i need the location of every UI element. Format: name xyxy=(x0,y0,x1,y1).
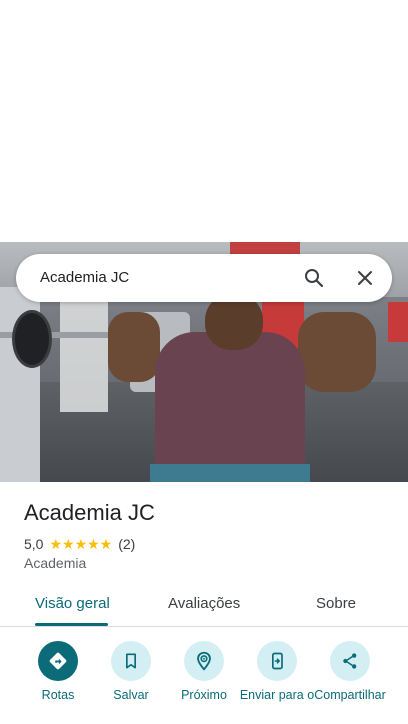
photo-shorts xyxy=(150,464,310,482)
search-input[interactable]: Academia JC xyxy=(40,269,129,286)
nearby-label: Próximo xyxy=(181,688,227,702)
place-category[interactable]: Academia xyxy=(24,555,86,571)
share-icon xyxy=(330,641,370,681)
send-to-phone-icon xyxy=(257,641,297,681)
rating-row[interactable]: 5,0 ★★★★★ (2) xyxy=(24,535,135,553)
nearby-icon xyxy=(184,641,224,681)
directions-label: Rotas xyxy=(41,688,75,702)
photo-red-pad-right xyxy=(388,302,408,342)
save-button[interactable]: Salvar xyxy=(91,641,171,702)
directions-button[interactable]: Rotas xyxy=(18,641,98,702)
bookmark-icon xyxy=(111,641,151,681)
search-icon[interactable] xyxy=(302,266,326,290)
photo-person-shirt xyxy=(155,332,305,482)
send-to-phone-label: Enviar para o xyxy=(239,688,315,702)
tab-about[interactable]: Sobre xyxy=(316,595,356,612)
close-icon[interactable] xyxy=(353,266,377,290)
share-button[interactable]: Compartilhar xyxy=(310,641,390,702)
search-bar[interactable]: Academia JC xyxy=(16,254,392,302)
rating-value: 5,0 xyxy=(24,536,44,552)
photo-weight-plate xyxy=(12,310,52,368)
tab-reviews[interactable]: Avaliações xyxy=(168,595,240,612)
save-label: Salvar xyxy=(113,688,149,702)
send-to-phone-button[interactable]: Enviar para o xyxy=(237,641,317,702)
tabs-divider xyxy=(0,626,408,627)
photo-left-arm xyxy=(108,312,160,382)
map-blank-area xyxy=(0,0,408,242)
directions-icon xyxy=(38,641,78,681)
tab-overview[interactable]: Visão geral xyxy=(35,595,110,612)
photo-person-head xyxy=(205,294,263,350)
place-title: Academia JC xyxy=(24,500,155,525)
photo-machine xyxy=(60,302,108,412)
star-rating-icon: ★★★★★ xyxy=(49,535,113,552)
nearby-button[interactable]: Próximo xyxy=(164,641,244,702)
review-count[interactable]: (2) xyxy=(118,536,135,552)
tab-bar: Visão geral Avaliações Sobre xyxy=(0,584,408,626)
share-label: Compartilhar xyxy=(314,688,386,702)
photo-right-arm xyxy=(298,312,376,392)
